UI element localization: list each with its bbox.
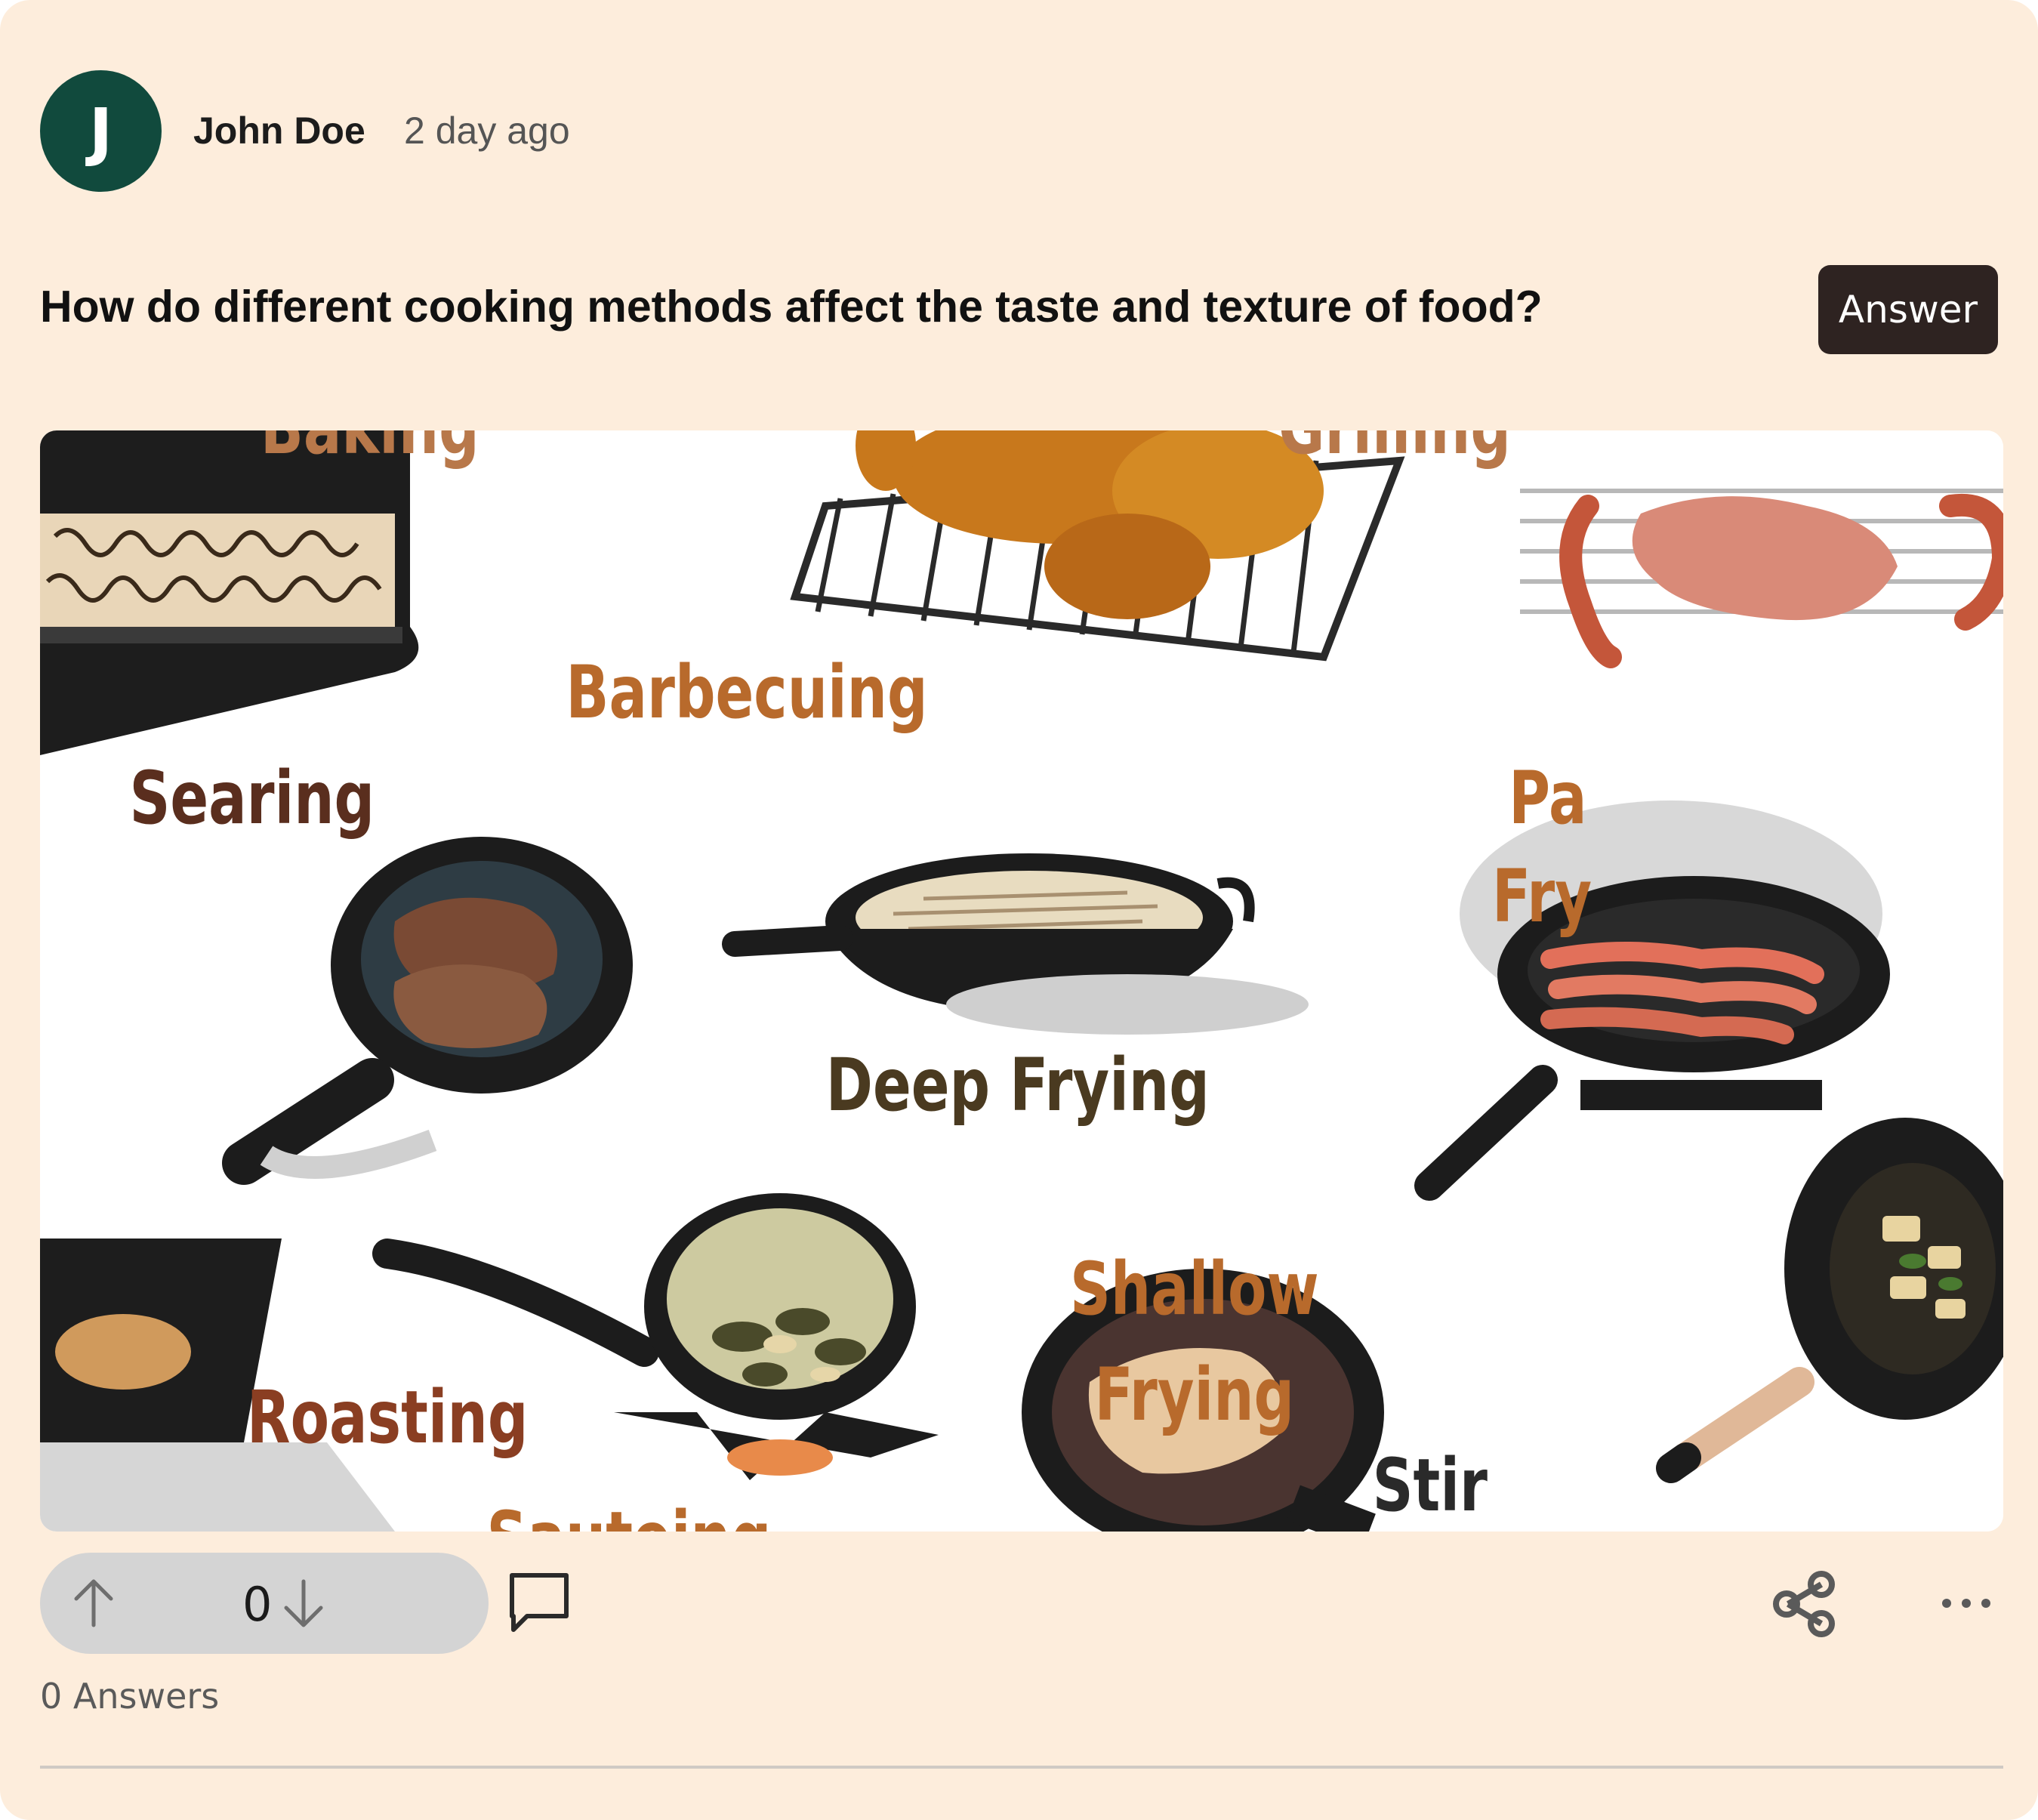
label-baking: Baking [261,430,479,470]
answer-button[interactable]: Answer [1818,265,1998,354]
post-image[interactable]: Baking Grilling Barbecuing Searing Deep … [40,430,2003,1532]
more-options-icon[interactable] [1938,1586,1995,1621]
arrow-up-icon[interactable] [66,1575,122,1631]
label-roasting: Roasting [247,1376,529,1461]
label-stir: Stir [1373,1444,1488,1528]
label-pan-frying-1: Pa [1509,757,1586,841]
label-pan-frying-2: Fry [1492,855,1592,939]
answers-count[interactable]: 0 Answers [40,1676,219,1717]
avatar-initial: J [88,94,113,168]
label-searing: Searing [129,757,375,841]
avatar[interactable]: J [40,70,162,192]
share-icon[interactable] [1770,1569,1839,1639]
label-shallow-frying-1: Shallow [1070,1248,1319,1332]
vote-count: 0 [242,1577,273,1632]
author-name[interactable]: John Doe [193,109,365,153]
divider [40,1766,2003,1769]
arrow-down-icon[interactable] [276,1575,331,1631]
label-shallow-frying-2: Frying [1094,1353,1294,1438]
label-deep-frying: Deep Frying [826,1044,1210,1128]
comment-icon[interactable] [504,1568,574,1637]
label-barbecuing: Barbecuing [566,651,927,736]
post-timestamp: 2 day ago [404,110,570,152]
vote-control: 0 [40,1553,489,1654]
label-sauteing: Sauteing [487,1497,772,1532]
cooking-methods-illustration: Baking Grilling Barbecuing Searing Deep … [40,430,2003,1532]
question-title[interactable]: How do different cooking methods affect … [40,281,1777,332]
label-grilling: Grilling [1278,430,1511,470]
question-card: J John Doe 2 day ago How do different co… [0,0,2038,1820]
